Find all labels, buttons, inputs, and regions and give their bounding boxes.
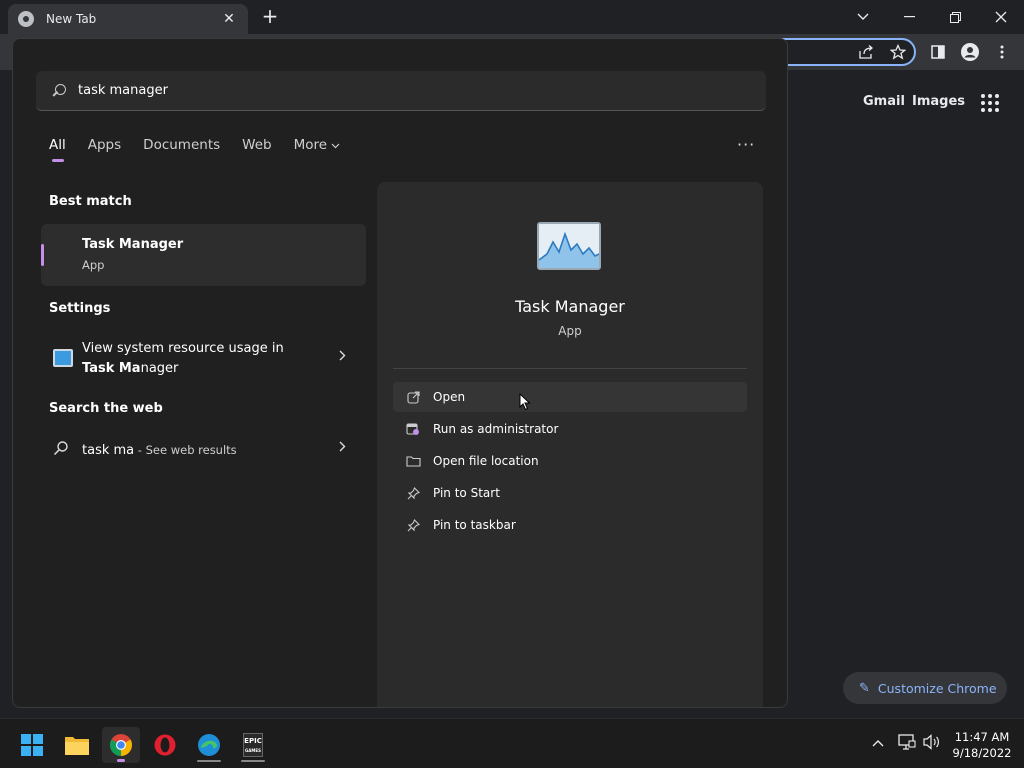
filter-more-label: More [293,137,328,153]
tab-title: New Tab [46,12,97,26]
opera-icon [154,734,176,756]
more-options-icon[interactable]: ··· [737,135,755,154]
settings-heading: Settings [49,301,111,316]
preview-app-name: Task Manager [515,297,625,316]
bookmark-star-icon[interactable] [886,40,910,64]
start-button[interactable] [13,727,51,763]
pin-icon [405,486,421,500]
network-icon[interactable] [898,734,916,754]
task-manager-icon [537,222,601,270]
best-match-name: Task Manager [82,237,184,252]
web-search-icon [53,440,73,458]
taskbar-chrome[interactable] [102,727,140,763]
filter-more[interactable]: More [294,137,341,153]
action-pin-to-taskbar-label: Pin to taskbar [433,518,516,532]
search-icon [52,83,66,98]
action-pin-to-start-label: Pin to Start [433,486,500,500]
active-indicator [117,759,125,762]
search-box[interactable] [36,71,766,111]
folder-icon [405,454,421,468]
action-open-file-location[interactable]: Open file location [393,446,747,476]
minimize-icon[interactable] [886,0,932,34]
taskbar-file-explorer[interactable] [58,727,96,763]
filter-documents[interactable]: Documents [143,137,220,153]
profile-avatar-icon[interactable] [958,40,982,64]
taskbar-opera[interactable] [146,727,184,763]
system-monitor-icon [53,349,73,367]
restore-icon[interactable] [932,0,978,34]
selection-accent [41,244,44,266]
search-web-heading: Search the web [49,401,163,416]
action-pin-to-taskbar[interactable]: Pin to taskbar [393,510,747,540]
highlight-text: Task Ma [82,361,141,376]
new-tab-button[interactable]: + [258,5,282,29]
chevron-down-icon [331,143,340,149]
web-result-item[interactable]: task ma - See web results [41,428,366,472]
action-run-as-admin-label: Run as administrator [433,422,559,436]
settings-result-line1: View system resource usage in [82,341,284,356]
preview-app-type: App [558,324,582,338]
settings-result-item[interactable]: View system resource usage in Task Manag… [41,337,366,381]
tab-close-icon[interactable]: ✕ [220,11,238,27]
open-external-icon [405,390,421,404]
best-match-item[interactable]: Task Manager App [41,224,366,286]
action-open[interactable]: Open [393,382,747,412]
filter-web[interactable]: Web [242,137,271,153]
settings-result-rest: nager [140,361,179,376]
edge-icon [198,734,220,756]
search-filters: All Apps Documents Web More [49,137,362,162]
chevron-right-icon [339,349,346,365]
action-pin-to-start[interactable]: Pin to Start [393,478,747,508]
windows-search-panel: All Apps Documents Web More ··· Best mat… [12,38,788,708]
epic-label-2: GAMES [245,748,261,753]
chrome-icon [18,11,34,27]
images-link[interactable]: Images [912,94,965,109]
tab-new-tab[interactable]: New Tab ✕ [8,4,248,34]
result-preview-pane: Task Manager App Open Run as administrat… [377,182,763,707]
pencil-icon: ✎ [859,680,870,696]
show-hidden-icons-chevron[interactable] [872,735,884,751]
customize-chrome-button[interactable]: ✎ Customize Chrome [843,672,1007,704]
web-result-suffix: - See web results [134,443,237,457]
search-input[interactable] [78,83,678,98]
customize-chrome-label: Customize Chrome [877,680,997,696]
file-explorer-icon [65,737,89,755]
best-match-type: App [82,258,105,272]
windows-logo-icon [21,734,43,756]
share-icon[interactable] [854,40,878,64]
web-result-text: task ma - See web results [82,440,237,461]
divider [393,368,747,369]
volume-icon[interactable] [923,734,941,754]
best-match-heading: Best match [49,194,132,209]
clock-time: 11:47 AM [954,730,1010,744]
filter-all[interactable]: All [49,137,66,162]
gmail-link[interactable]: Gmail [863,94,905,109]
chrome-icon [110,734,132,756]
chevron-right-icon [339,440,346,456]
browser-titlebar: New Tab ✕ + [0,0,1024,34]
settings-result-line2: Task Manager [82,359,178,379]
running-indicator [197,760,221,762]
shield-window-icon [405,422,421,436]
google-apps-icon[interactable] [981,94,999,112]
mouse-cursor-icon [519,392,531,415]
taskbar-epic-games[interactable]: EPIC GAMES [234,727,272,763]
filter-apps[interactable]: Apps [88,137,121,153]
chrome-menu-icon[interactable] [990,40,1014,64]
running-indicator [241,760,265,762]
action-open-file-location-label: Open file location [433,454,539,468]
epic-label-1: EPIC [244,737,262,745]
taskbar: EPIC GAMES 11:47 AM 9/18/2022 [0,718,1024,768]
clock-date: 9/18/2022 [952,746,1012,760]
tab-search-chevron-icon[interactable] [840,0,886,34]
side-panel-icon[interactable] [926,40,950,64]
close-window-icon[interactable] [978,0,1024,34]
pin-icon [405,518,421,532]
taskbar-edge[interactable] [190,727,228,763]
action-open-label: Open [433,390,466,404]
web-result-query: task ma [82,443,135,458]
system-clock[interactable]: 11:47 AM 9/18/2022 [950,727,1014,763]
epic-games-icon: EPIC GAMES [243,733,263,757]
action-run-as-admin[interactable]: Run as administrator [393,414,747,444]
